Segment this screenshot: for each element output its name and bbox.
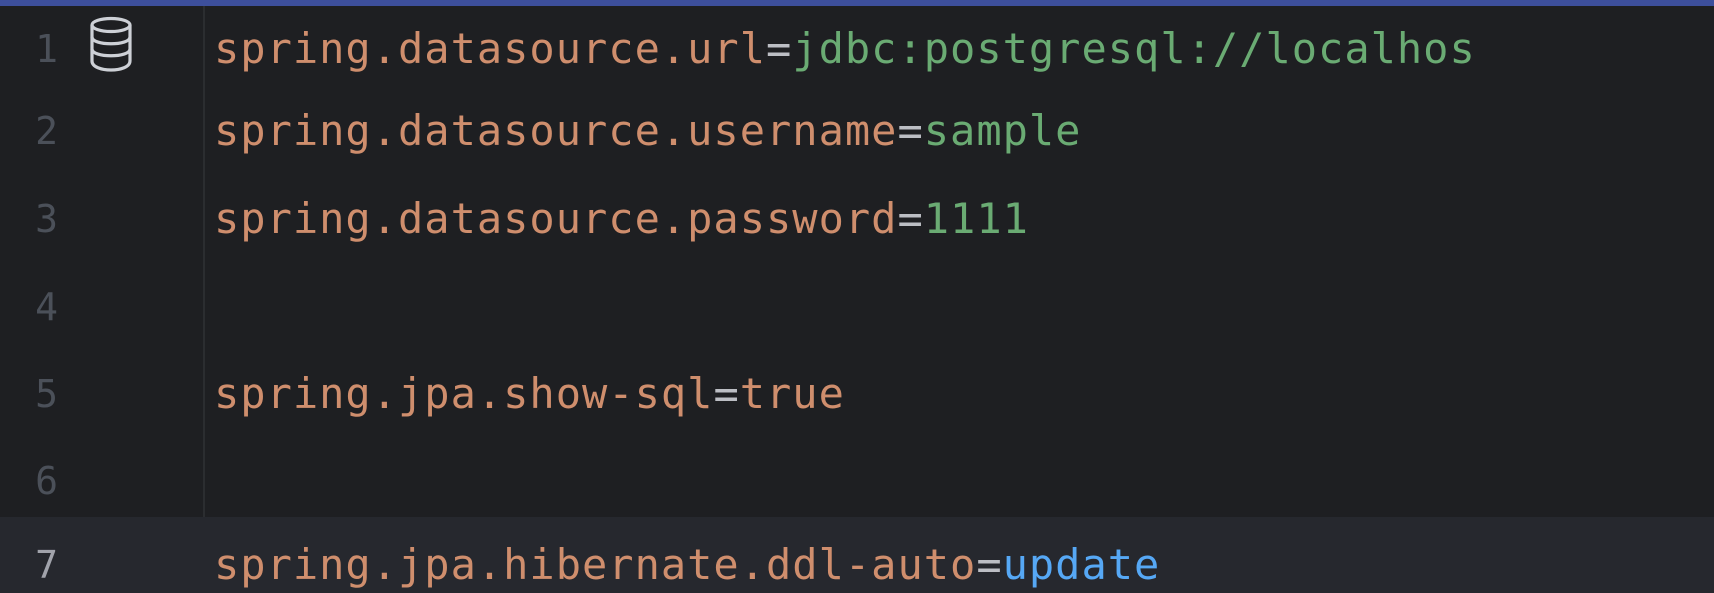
separator: = — [897, 194, 924, 243]
line-number[interactable]: 5 — [0, 350, 58, 438]
line-number[interactable]: 1 — [0, 5, 58, 93]
property-key: spring.datasource.username — [214, 106, 898, 155]
property-key: spring.jpa.show-sql — [214, 369, 714, 418]
code-text[interactable]: spring.datasource.username=sample — [214, 87, 1081, 175]
code-line-3[interactable]: 3 spring.datasource.password=1111 — [0, 175, 1714, 263]
property-key: spring.datasource.url — [214, 24, 767, 73]
separator: = — [766, 24, 793, 73]
line-number[interactable]: 7 — [0, 517, 58, 593]
database-icon[interactable] — [86, 15, 136, 75]
code-line-2[interactable]: 2 spring.datasource.username=sample — [0, 87, 1714, 175]
code-line-1[interactable]: 1 spring.datasource.url=jdbc:postgresql:… — [0, 5, 1714, 93]
code-text[interactable]: spring.datasource.password=1111 — [214, 175, 1029, 263]
code-line-7-current[interactable]: 7 spring.jpa.hibernate.ddl-auto=update — [0, 517, 1714, 593]
code-text[interactable]: spring.datasource.url=jdbc:postgresql://… — [214, 5, 1476, 93]
property-value: 1111 — [923, 194, 1029, 243]
code-text[interactable]: spring.jpa.hibernate.ddl-auto=update — [214, 517, 1160, 593]
line-number[interactable]: 4 — [0, 263, 58, 351]
property-key: spring.datasource.password — [214, 194, 898, 243]
property-value: update — [1002, 540, 1161, 589]
code-line-5[interactable]: 5 spring.jpa.show-sql=true — [0, 350, 1714, 438]
property-value: sample — [923, 106, 1082, 155]
line-number[interactable]: 3 — [0, 175, 58, 263]
code-text[interactable]: spring.jpa.show-sql=true — [214, 350, 845, 438]
separator: = — [897, 106, 924, 155]
code-line-6[interactable]: 6 — [0, 437, 1714, 525]
separator: = — [713, 369, 740, 418]
property-key: spring.jpa.hibernate.ddl-auto — [214, 540, 977, 589]
property-value: true — [739, 369, 845, 418]
line-number[interactable]: 2 — [0, 87, 58, 175]
separator: = — [976, 540, 1003, 589]
line-number[interactable]: 6 — [0, 437, 58, 525]
code-editor[interactable]: 1 spring.datasource.url=jdbc:postgresql:… — [0, 0, 1714, 593]
property-value: jdbc:postgresql://localhos — [792, 24, 1476, 73]
code-line-4[interactable]: 4 — [0, 263, 1714, 351]
